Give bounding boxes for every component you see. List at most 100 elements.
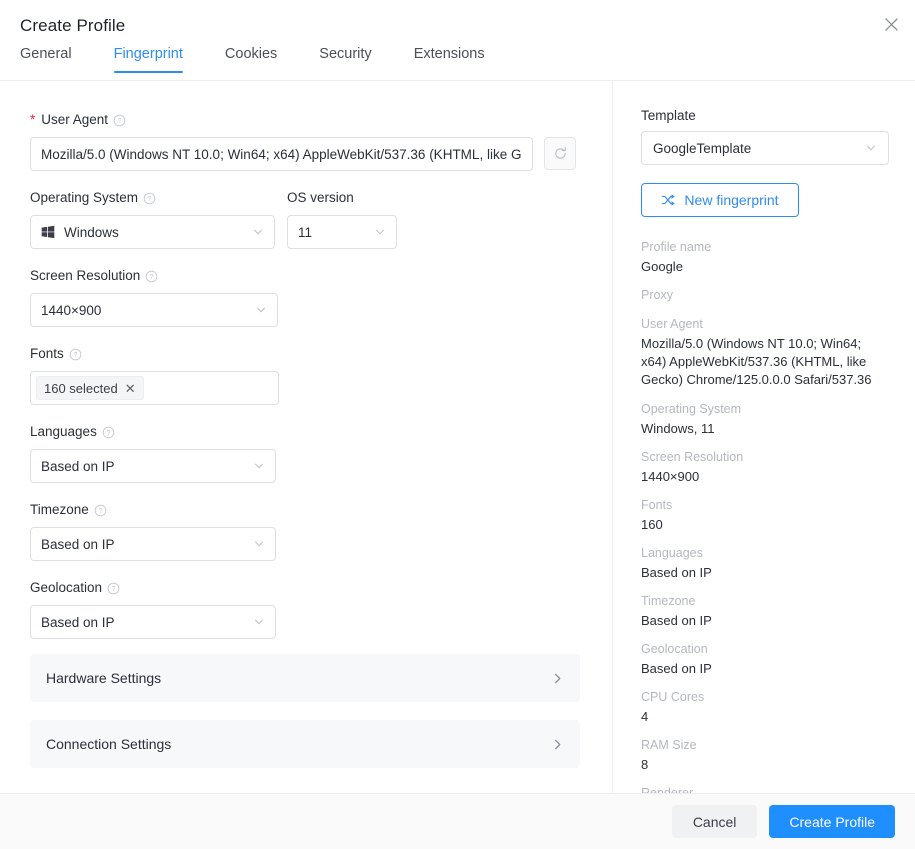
info-key: Languages — [641, 546, 703, 560]
geolocation-label: Geolocation ? — [30, 579, 276, 597]
section-connection-settings[interactable]: Connection Settings — [30, 720, 580, 768]
os-version-label: OS version — [287, 190, 354, 205]
info-item-user-agent: User Agent Mozilla/5.0 (Windows NT 10.0;… — [641, 316, 889, 389]
cancel-button[interactable]: Cancel — [671, 805, 758, 838]
operating-system-label: Operating System ? — [30, 189, 275, 207]
geolocation-select[interactable]: Based on IP — [30, 605, 276, 639]
info-value: Based on IP — [641, 613, 712, 628]
user-agent-label: * User Agent ? — [30, 111, 576, 129]
screen-resolution-label-text: Screen Resolution — [30, 268, 141, 283]
info-value: 1440×900 — [641, 469, 700, 484]
info-key: User Agent — [641, 317, 703, 331]
info-item-profile-name: Profile name Google — [641, 239, 889, 275]
info-value: Mozilla/5.0 (Windows NT 10.0; Win64; x64… — [641, 336, 872, 387]
fonts-label-text: Fonts — [30, 346, 64, 361]
help-icon[interactable]: ? — [143, 192, 156, 205]
timezone-label: Timezone ? — [30, 501, 276, 519]
user-agent-row — [30, 137, 576, 171]
field-user-agent: * User Agent ? — [30, 111, 576, 171]
template-label: Template — [641, 108, 696, 123]
chevron-right-icon — [551, 738, 564, 751]
chevron-down-icon — [253, 460, 265, 472]
field-operating-system: Operating System ? Windows — [30, 189, 275, 249]
fonts-chip[interactable]: 160 selected ✕ — [36, 376, 144, 400]
help-icon[interactable]: ? — [113, 114, 126, 127]
info-item-proxy: Proxy — [641, 287, 889, 304]
section-connection-settings-label: Connection Settings — [46, 736, 172, 752]
help-icon[interactable]: ? — [94, 504, 107, 517]
info-item-operating-system: Operating System Windows, 11 — [641, 401, 889, 437]
chevron-down-icon — [374, 226, 386, 238]
screen-resolution-select[interactable]: 1440×900 — [30, 293, 278, 327]
info-item-languages: Languages Based on IP — [641, 545, 889, 581]
shuffle-icon — [661, 193, 675, 207]
field-os-version: OS version 11 — [287, 189, 397, 249]
fingerprint-info-list: Profile name Google Proxy User Agent Moz… — [641, 239, 889, 793]
info-item-geolocation: Geolocation Based on IP — [641, 641, 889, 677]
section-hardware-settings[interactable]: Hardware Settings — [30, 654, 580, 702]
create-profile-dialog: Create Profile General Fingerprint Cooki… — [0, 0, 915, 849]
timezone-label-text: Timezone — [30, 502, 89, 517]
timezone-select[interactable]: Based on IP — [30, 527, 276, 561]
template-value: GoogleTemplate — [653, 140, 752, 156]
refresh-icon[interactable] — [544, 137, 576, 170]
chip-close-icon[interactable]: ✕ — [125, 382, 136, 395]
info-key: Renderer — [641, 786, 694, 793]
info-key: Proxy — [641, 288, 673, 302]
operating-system-select[interactable]: Windows — [30, 215, 275, 249]
operating-system-label-text: Operating System — [30, 190, 139, 205]
field-fonts: Fonts ? 160 selected ✕ — [30, 345, 279, 405]
svg-text:?: ? — [106, 430, 110, 437]
info-key: Geolocation — [641, 642, 708, 656]
help-icon[interactable]: ? — [102, 426, 115, 439]
page-title: Create Profile — [20, 16, 126, 35]
field-screen-resolution: Screen Resolution ? 1440×900 — [30, 267, 278, 327]
user-agent-input[interactable] — [30, 137, 533, 171]
info-key: CPU Cores — [641, 690, 705, 704]
info-key: Fonts — [641, 498, 673, 512]
close-icon[interactable] — [875, 8, 907, 40]
fingerprint-preview-panel: Template GoogleTemplate New fingerprint — [613, 81, 915, 793]
dialog-footer: Cancel Create Profile — [0, 793, 915, 849]
os-version-select[interactable]: 11 — [287, 215, 397, 249]
chevron-down-icon — [253, 538, 265, 550]
field-languages: Languages ? Based on IP — [30, 423, 276, 483]
windows-logo-icon — [41, 225, 55, 239]
info-value: 160 — [641, 517, 663, 532]
tab-cookies[interactable]: Cookies — [225, 46, 277, 73]
chevron-down-icon — [253, 616, 265, 628]
svg-text:?: ? — [118, 118, 122, 125]
tab-general[interactable]: General — [20, 46, 72, 73]
info-value: Based on IP — [641, 661, 712, 676]
languages-select[interactable]: Based on IP — [30, 449, 276, 483]
tab-extensions[interactable]: Extensions — [414, 46, 485, 73]
info-value: Google — [641, 259, 683, 274]
info-item-timezone: Timezone Based on IP — [641, 593, 889, 629]
help-icon[interactable]: ? — [107, 582, 120, 595]
screen-resolution-label: Screen Resolution ? — [30, 267, 278, 285]
new-fingerprint-button[interactable]: New fingerprint — [641, 183, 799, 217]
info-value: 8 — [641, 757, 649, 772]
tab-bar: General Fingerprint Cookies Security Ext… — [0, 46, 915, 81]
section-hardware-settings-label: Hardware Settings — [46, 670, 162, 686]
info-key: RAM Size — [641, 738, 697, 752]
help-icon[interactable]: ? — [69, 348, 82, 361]
svg-text:?: ? — [150, 274, 154, 281]
info-item-renderer: Renderer — [641, 785, 889, 793]
info-key: Timezone — [641, 594, 696, 608]
fonts-multiselect[interactable]: 160 selected ✕ — [30, 371, 279, 405]
fingerprint-form: * User Agent ? Operating System — [0, 81, 612, 793]
chevron-down-icon — [865, 142, 877, 154]
help-icon[interactable]: ? — [145, 270, 158, 283]
tab-security[interactable]: Security — [319, 46, 371, 73]
template-select[interactable]: GoogleTemplate — [641, 131, 889, 165]
chevron-down-icon — [252, 226, 264, 238]
svg-text:?: ? — [98, 508, 102, 515]
tab-fingerprint[interactable]: Fingerprint — [113, 46, 184, 73]
timezone-value: Based on IP — [41, 536, 115, 552]
field-geolocation: Geolocation ? Based on IP — [30, 579, 276, 639]
create-profile-button[interactable]: Create Profile — [769, 805, 895, 838]
svg-text:?: ? — [148, 196, 152, 203]
screen-resolution-value: 1440×900 — [41, 302, 102, 318]
info-item-ram-size: RAM Size 8 — [641, 737, 889, 773]
